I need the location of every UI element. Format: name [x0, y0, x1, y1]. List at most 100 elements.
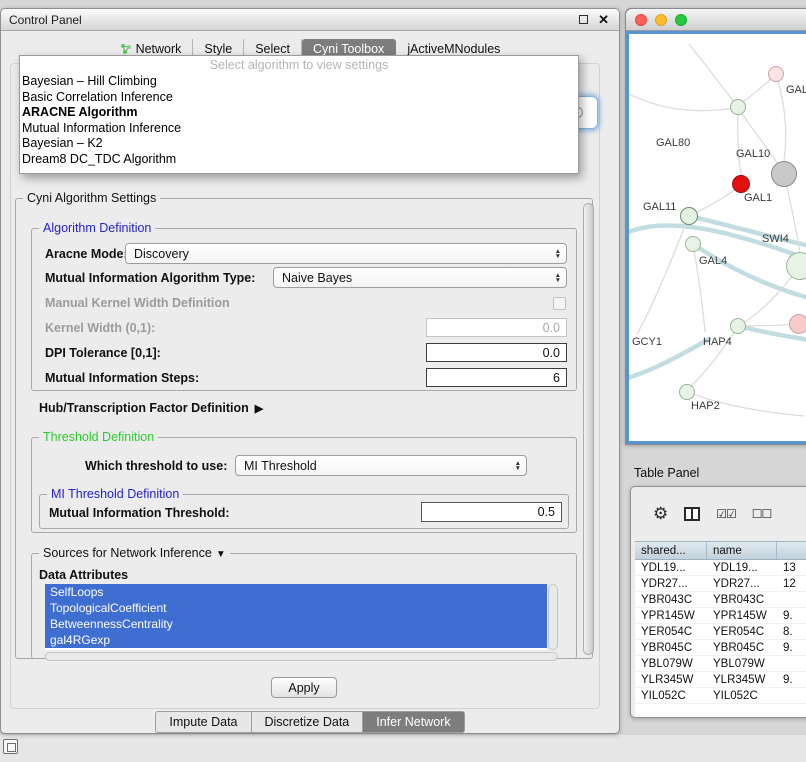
apply-button[interactable]: Apply — [271, 677, 337, 698]
table-cell: 9. — [777, 674, 806, 686]
mi-threshold-label: Mutual Information Threshold: — [49, 506, 230, 520]
attributes-vertical-scrollbar[interactable] — [548, 584, 558, 650]
columns-icon[interactable] — [684, 507, 700, 521]
table-cell: YBR043C — [635, 594, 707, 606]
table-cell: YIL052C — [635, 690, 707, 702]
tab-discretize-data[interactable]: Discretize Data — [252, 711, 364, 733]
mi-algorithm-type-combobox[interactable]: Naive Bayes ▲▼ — [273, 267, 567, 288]
kernel-width-label: Kernel Width (0,1): — [45, 321, 155, 335]
mi-algorithm-type-label: Mutual Information Algorithm Type: — [45, 271, 255, 285]
threshold-definition-title: Threshold Definition — [39, 430, 158, 444]
algorithm-option[interactable]: Mutual Information Inference — [20, 121, 578, 137]
table-cell: YBR045C — [635, 642, 707, 654]
network-node[interactable] — [730, 318, 746, 334]
table-cell: 9. — [777, 642, 806, 654]
attribute-table: shared... name YDL19...YDL19...13YDR27..… — [635, 541, 806, 717]
table-row[interactable]: YDL19...YDL19...13 — [635, 560, 806, 576]
manual-kernel-width-checkbox[interactable] — [553, 297, 566, 310]
tab-label: Style — [204, 42, 232, 56]
table-row[interactable]: YPR145WYPR145W9. — [635, 608, 806, 624]
control-panel-titlebar[interactable]: Control Panel ✕ — [1, 9, 619, 31]
table-body: YDL19...YDL19...13YDR27...YDR27...12YBR0… — [635, 560, 806, 704]
network-node[interactable] — [730, 99, 746, 115]
dropdown-placeholder: Select algorithm to view settings — [20, 56, 578, 74]
kernel-width-field[interactable]: 0.0 — [426, 318, 567, 337]
algorithm-option[interactable]: Dream8 DC_TDC Algorithm — [20, 152, 578, 168]
table-row[interactable]: YER054CYER054C8. — [635, 624, 806, 640]
table-row[interactable]: YBR043CYBR043C — [635, 592, 806, 608]
minimize-traffic-light-icon[interactable] — [655, 14, 667, 26]
tab-impute-data[interactable]: Impute Data — [155, 711, 251, 733]
sources-group-title: Sources for Network Inference▼ — [39, 546, 230, 562]
algorithm-option-selected[interactable]: ARACNE Algorithm — [20, 105, 578, 121]
checked-boxes-icon[interactable]: ☑☑ — [716, 507, 736, 521]
network-node[interactable] — [768, 66, 784, 82]
network-tab-icon — [120, 43, 132, 55]
settings-scrollbar[interactable] — [583, 203, 594, 655]
mi-steps-field[interactable]: 6 — [426, 368, 567, 387]
aracne-mode-combobox[interactable]: Discovery ▲▼ — [125, 243, 567, 264]
algorithm-definition-title: Algorithm Definition — [39, 221, 155, 235]
table-cell: YDR27... — [707, 578, 777, 590]
attribute-item-selected[interactable]: gal4RGexp — [45, 632, 547, 648]
float-window-icon[interactable] — [579, 15, 588, 24]
which-threshold-combobox[interactable]: MI Threshold ▲▼ — [235, 455, 527, 476]
gear-icon[interactable]: ⚙ — [653, 505, 668, 522]
algorithm-dropdown-popup: Select algorithm to view settings Bayesi… — [19, 55, 579, 174]
network-node[interactable] — [789, 314, 806, 334]
network-node-label: HAP4 — [703, 336, 732, 348]
unchecked-boxes-icon[interactable]: ☐☐ — [752, 507, 772, 521]
attribute-item-selected[interactable]: BetweennessCentrality — [45, 616, 547, 632]
network-window-titlebar[interactable] — [626, 9, 806, 31]
table-cell: YER054C — [707, 626, 777, 638]
settings-group-title: Cyni Algorithm Settings — [23, 191, 160, 205]
table-cell: 13 — [777, 562, 806, 574]
close-icon[interactable]: ✕ — [598, 13, 609, 26]
table-cell: YDR27... — [635, 578, 707, 590]
algorithm-option[interactable]: Bayesian – Hill Climbing — [20, 74, 578, 90]
table-row[interactable]: YBR045CYBR045C9. — [635, 640, 806, 656]
dpi-tolerance-label: DPI Tolerance [0,1]: — [45, 346, 161, 360]
column-header-shared-name[interactable]: shared... — [635, 542, 707, 559]
table-cell: YBR043C — [707, 594, 777, 606]
table-cell: 9. — [777, 610, 806, 622]
table-row[interactable]: YIL052CYIL052C — [635, 688, 806, 704]
dpi-tolerance-field[interactable]: 0.0 — [426, 343, 567, 362]
table-row[interactable]: YLR345WYLR345W9. — [635, 672, 806, 688]
algorithm-option[interactable]: Basic Correlation Inference — [20, 90, 578, 106]
network-node[interactable] — [685, 236, 701, 252]
network-node-label: GAL10 — [736, 148, 770, 160]
aracne-mode-value: Discovery — [134, 247, 189, 261]
zoom-traffic-light-icon[interactable] — [675, 14, 687, 26]
attribute-item-selected[interactable]: TopologicalCoefficient — [45, 600, 547, 616]
network-node[interactable] — [771, 161, 797, 187]
data-attributes-label: Data Attributes — [39, 568, 128, 582]
table-cell: YBL079W — [635, 658, 707, 670]
algorithm-option[interactable]: Bayesian – K2 — [20, 136, 578, 152]
attribute-item-selected[interactable]: SelfLoops — [45, 584, 547, 600]
hub-definition-expander[interactable]: Hub/Transcription Factor Definition▶ — [39, 401, 263, 415]
column-header-name[interactable]: name — [707, 542, 777, 559]
attributes-horizontal-scrollbar[interactable] — [45, 652, 558, 661]
network-node[interactable] — [732, 175, 750, 193]
network-node[interactable] — [786, 252, 806, 280]
network-canvas[interactable]: GALGAL80GAL10GAL11GAL1SWI4GAL4GCY1HAP4HA… — [629, 34, 806, 441]
network-node[interactable] — [680, 207, 698, 225]
mi-threshold-field[interactable]: 0.5 — [421, 502, 562, 522]
table-row[interactable]: YDR27...YDR27...12 — [635, 576, 806, 592]
aracne-mode-label: Aracne Mode: — [45, 247, 128, 261]
network-node-label: SWI4 — [762, 233, 789, 245]
close-traffic-light-icon[interactable] — [635, 14, 647, 26]
column-header-clipped[interactable] — [777, 542, 806, 559]
table-cell: 12 — [777, 578, 806, 590]
network-node[interactable] — [679, 384, 695, 400]
network-node-label: GAL80 — [656, 137, 690, 149]
combo-arrows-icon: ▲▼ — [555, 273, 561, 283]
tab-infer-network[interactable]: Infer Network — [363, 711, 464, 733]
table-cell: YDL19... — [635, 562, 707, 574]
expand-right-icon: ▶ — [255, 403, 263, 415]
table-row[interactable]: YBL079WYBL079W — [635, 656, 806, 672]
minimized-panel-icon[interactable] — [3, 739, 18, 754]
table-cell: YLR345W — [635, 674, 707, 686]
which-threshold-label: Which threshold to use: — [85, 459, 227, 473]
